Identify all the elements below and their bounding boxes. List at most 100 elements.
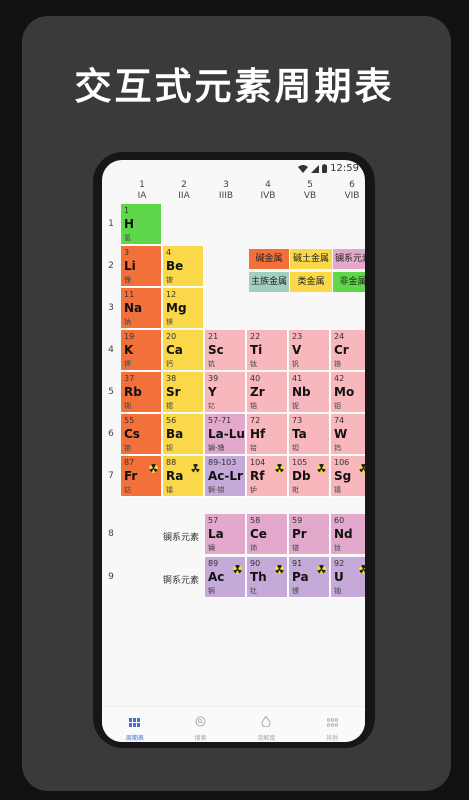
element-cell-v[interactable]: 23 V 钒 [289,330,330,371]
element-symbol: Ca [166,343,183,357]
atomic-number: 11 [124,290,135,299]
element-chinese-name: 氢 [124,234,131,242]
element-chinese-name: 镤 [292,587,299,595]
element-symbol: Ac-Lr [208,469,243,483]
legend-metalloid[interactable]: 类金属 [290,272,332,292]
atomic-number: 88 [166,458,177,467]
element-cell-cr[interactable]: 24 Cr 铬 [331,330,365,371]
element-chinese-name: 钡 [166,444,173,452]
element-cell-rf[interactable]: 104 Rf 𬬻 [247,456,288,497]
element-cell-zr[interactable]: 40 Zr 锆 [247,372,288,413]
element-symbol: Ta [292,427,307,441]
period-number: 3 [108,303,114,313]
element-cell-mo[interactable]: 42 Mo 钼 [331,372,365,413]
nav-periodic-table[interactable]: 周期表 [102,707,168,742]
radioactive-icon [317,559,326,574]
element-chinese-name: 钪 [208,360,215,368]
element-symbol: Be [166,259,184,273]
legend-alkali[interactable]: 碱金属 [249,249,289,269]
group-header: 1 IA [121,180,163,202]
element-cell-k[interactable]: 19 K 钾 [121,330,162,371]
element-cell-ra[interactable]: 88 Ra 镭 [163,456,204,497]
group-header: 6 VIB [331,180,365,202]
element-cell-ac[interactable]: 89 Ac 锕 [205,557,246,598]
element-chinese-name: 锆 [250,402,257,410]
element-cell-la-lu[interactable]: 57-71 La-Lu 镧-镥 [205,414,246,455]
drop-icon [261,712,271,731]
element-cell-sr[interactable]: 38 Sr 锶 [163,372,204,413]
element-cell-rb[interactable]: 37 Rb 铷 [121,372,162,413]
element-chinese-name: 锕-铹 [208,486,225,494]
element-cell-th[interactable]: 90 Th 钍 [247,557,288,598]
element-cell-pa[interactable]: 91 Pa 镤 [289,557,330,598]
element-cell-na[interactable]: 11 Na 钠 [121,288,162,329]
atomic-number: 24 [334,332,345,341]
group-number: 6 [349,180,355,190]
element-cell-ta[interactable]: 73 Ta 钽 [289,414,330,455]
atomic-number: 57-71 [208,416,232,425]
element-symbol: Na [124,301,143,315]
period-number: 6 [108,429,114,439]
element-cell-ce[interactable]: 58 Ce 铈 [247,514,288,555]
element-cell-sc[interactable]: 21 Sc 钪 [205,330,246,371]
group-number: 5 [307,180,313,190]
nav-search[interactable]: 搜索 [168,707,234,742]
period-number: 4 [108,345,114,355]
legend-nonmetal[interactable]: 非金属 [333,272,365,292]
legend-alkaline-earth[interactable]: 碱土金属 [290,249,332,269]
headline: 交互式元素周期表 [74,65,395,108]
element-cell-ca[interactable]: 20 Ca 钙 [163,330,204,371]
element-cell-u[interactable]: 92 U 铀 [331,557,365,598]
nav-label: 其他 [326,735,339,742]
element-symbol: Db [292,469,311,483]
element-cell-fr[interactable]: 87 Fr 钫 [121,456,162,497]
element-cell-la[interactable]: 57 La 镧 [205,514,246,555]
element-cell-cs[interactable]: 55 Cs 铯 [121,414,162,455]
atomic-number: 89 [208,559,219,568]
group-name: VIB [344,191,360,201]
group-header: 3 IIIB [205,180,247,202]
element-cell-sg[interactable]: 106 Sg 𬭳 [331,456,365,497]
element-chinese-name: 镭 [166,486,173,494]
atomic-number: 22 [250,332,261,341]
element-cell-ba[interactable]: 56 Ba 钡 [163,414,204,455]
radioactive-icon [359,458,365,473]
element-cell-be[interactable]: 4 Be 铍 [163,246,204,287]
element-cell-pr[interactable]: 59 Pr 镨 [289,514,330,555]
element-chinese-name: 铪 [250,444,257,452]
element-chinese-name: 锂 [124,276,131,284]
element-cell-nb[interactable]: 41 Nb 铌 [289,372,330,413]
atomic-number: 3 [124,248,130,257]
group-number: 1 [139,180,145,190]
group-header: 2 IIA [163,180,205,202]
legend-lanthanide[interactable]: 镧系元素 [333,249,365,269]
element-cell-ac-lr[interactable]: 89-103 Ac-Lr 锕-铹 [205,456,246,497]
battery-icon [322,164,328,173]
element-cell-mg[interactable]: 12 Mg 镁 [163,288,204,329]
element-cell-ti[interactable]: 22 Ti 钛 [247,330,288,371]
atomic-number: 58 [250,516,261,525]
element-cell-hf[interactable]: 72 Hf 铪 [247,414,288,455]
element-chinese-name: 镧-镥 [208,444,225,452]
element-chinese-name: 铀 [334,587,341,595]
element-symbol: Rf [250,469,265,483]
element-cell-w[interactable]: 74 W 钨 [331,414,365,455]
legend-main-group[interactable]: 主族金属 [249,272,289,292]
element-cell-h[interactable]: 1 H氢 [121,204,162,245]
element-chinese-name: 𬭊 [292,486,299,494]
element-chinese-name: 𬭳 [334,486,341,494]
element-cell-y[interactable]: 39 Y 钇 [205,372,246,413]
element-cell-nd[interactable]: 60 Nd 钕 [331,514,365,555]
element-cell-li[interactable]: 3 Li 锂 [121,246,162,287]
atomic-number: 72 [250,416,261,425]
element-chinese-name: 锶 [166,402,173,410]
period-number: 7 [108,471,114,481]
element-symbol: K [124,343,134,357]
actinide-series-label: 锕系元素 [162,576,199,586]
element-symbol: Li [124,259,136,273]
nav-other[interactable]: 其他 [299,707,365,742]
period-number: 1 [108,219,114,229]
nav-solubility[interactable]: 溶解度 [234,707,300,742]
element-cell-db[interactable]: 105 Db 𬭊 [289,456,330,497]
element-chinese-name: 铌 [292,402,299,410]
